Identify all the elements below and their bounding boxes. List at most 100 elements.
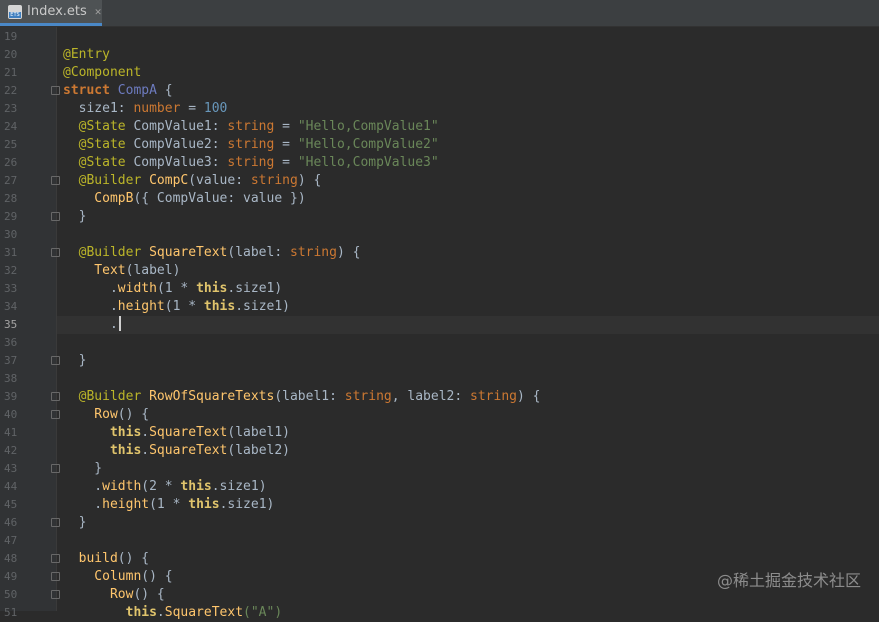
code-token: this bbox=[188, 497, 220, 512]
code-text: Column() { bbox=[63, 568, 172, 586]
code-token: "Hello,CompValue3" bbox=[297, 155, 439, 170]
code-token: @Builder bbox=[63, 389, 150, 404]
code-text: Text(label) bbox=[63, 262, 180, 280]
code-line[interactable]: 20 @Entry bbox=[0, 46, 879, 64]
code-line[interactable]: 43 } bbox=[0, 460, 879, 478]
code-line[interactable]: 19 bbox=[0, 28, 879, 46]
code-token: Row bbox=[63, 587, 134, 602]
code-line[interactable]: 33 .width(1 * this.size1) bbox=[0, 280, 879, 298]
fold-marker-icon[interactable] bbox=[51, 464, 60, 473]
code-token: } bbox=[63, 515, 87, 530]
code-line[interactable]: 51 this.SquareText("A") bbox=[0, 604, 879, 622]
code-token: } bbox=[63, 353, 87, 368]
code-token: Column bbox=[63, 569, 142, 584]
code-token: . bbox=[63, 299, 118, 314]
code-line[interactable]: 46 } bbox=[0, 514, 879, 532]
code-token: .size1) bbox=[235, 299, 291, 314]
fold-marker-icon[interactable] bbox=[51, 518, 60, 527]
line-number: 28 bbox=[4, 192, 18, 205]
line-number: 49 bbox=[4, 570, 18, 583]
code-line[interactable]: 40 Row() { bbox=[0, 406, 879, 424]
fold-marker-icon[interactable] bbox=[51, 212, 60, 221]
code-token: string bbox=[227, 137, 275, 152]
code-token: @State bbox=[63, 119, 134, 134]
code-text: @Builder CompC(value: string) { bbox=[63, 172, 322, 190]
code-token: 100 bbox=[203, 101, 228, 116]
code-token: @Entry bbox=[63, 47, 110, 62]
code-token: SquareText bbox=[164, 605, 244, 620]
code-token: @State bbox=[63, 137, 134, 152]
code-text: @State CompValue1: string = "Hello,CompV… bbox=[63, 118, 439, 136]
fold-marker-icon[interactable] bbox=[51, 176, 60, 185]
tab-index-ets[interactable]: ETS Index.ets ✕ bbox=[0, 0, 102, 26]
code-text: @Entry bbox=[63, 46, 110, 64]
fold-marker-icon[interactable] bbox=[51, 554, 60, 563]
code-token: struct bbox=[63, 83, 118, 98]
line-number: 47 bbox=[4, 534, 18, 547]
code-token: () { bbox=[117, 407, 150, 422]
code-token: (1 * bbox=[149, 497, 189, 512]
code-token: string bbox=[344, 389, 392, 404]
code-token: . bbox=[141, 425, 150, 440]
code-token: this bbox=[63, 605, 157, 620]
fold-marker-icon[interactable] bbox=[51, 86, 60, 95]
code-token: . bbox=[141, 443, 150, 458]
code-text: @Component bbox=[63, 64, 141, 82]
code-line[interactable]: 39 @Builder RowOfSquareTexts(label1: str… bbox=[0, 388, 879, 406]
code-text: this.SquareText("A") bbox=[63, 604, 283, 622]
code-line[interactable]: 27 @Builder CompC(value: string) { bbox=[0, 172, 879, 190]
code-line[interactable]: 29 } bbox=[0, 208, 879, 226]
code-line[interactable]: 37 } bbox=[0, 352, 879, 370]
code-token: . bbox=[63, 497, 103, 512]
code-token: height bbox=[102, 497, 150, 512]
code-text: Row() { bbox=[63, 586, 165, 604]
fold-marker-icon[interactable] bbox=[51, 410, 60, 419]
line-number: 45 bbox=[4, 498, 18, 511]
code-line[interactable]: 47 bbox=[0, 532, 879, 550]
code-line[interactable]: 41 this.SquareText(label1) bbox=[0, 424, 879, 442]
code-token: (label: bbox=[227, 245, 290, 260]
code-line[interactable]: 25 @State CompValue2: string = "Hello,Co… bbox=[0, 136, 879, 154]
code-token: number bbox=[133, 101, 181, 116]
fold-marker-icon[interactable] bbox=[51, 590, 60, 599]
code-token: height bbox=[117, 299, 165, 314]
code-text: build() { bbox=[63, 550, 149, 568]
code-line[interactable]: 35 . bbox=[4, 316, 879, 334]
code-line[interactable]: 42 this.SquareText(label2) bbox=[0, 442, 879, 460]
code-text: } bbox=[63, 460, 102, 478]
fold-marker-icon[interactable] bbox=[51, 356, 60, 365]
code-line[interactable]: 48 build() { bbox=[0, 550, 879, 568]
fold-marker-icon[interactable] bbox=[51, 248, 60, 257]
code-token: width bbox=[102, 479, 142, 494]
code-line[interactable]: 44 .width(2 * this.size1) bbox=[0, 478, 879, 496]
code-text: CompB({ CompValue: value }) bbox=[63, 190, 305, 208]
code-token: width bbox=[117, 281, 157, 296]
code-text: .width(1 * this.size1) bbox=[63, 280, 282, 298]
fold-marker-icon[interactable] bbox=[51, 392, 60, 401]
ets-file-icon: ETS bbox=[8, 4, 22, 19]
code-line[interactable]: 28 CompB({ CompValue: value }) bbox=[0, 190, 879, 208]
code-line[interactable]: 45 .height(1 * this.size1) bbox=[0, 496, 879, 514]
code-line[interactable]: 24 @State CompValue1: string = "Hello,Co… bbox=[0, 118, 879, 136]
code-token: (label1) bbox=[227, 425, 291, 440]
code-text: @Builder RowOfSquareTexts(label1: string… bbox=[63, 388, 541, 406]
code-token: () { bbox=[133, 587, 165, 602]
code-token: . bbox=[63, 479, 103, 494]
code-line[interactable]: 30 bbox=[0, 226, 879, 244]
code-line[interactable]: 36 bbox=[0, 334, 879, 352]
code-token: , label2: bbox=[391, 389, 471, 404]
code-line[interactable]: 26 @State CompValue3: string = "Hello,Co… bbox=[0, 154, 879, 172]
code-line[interactable]: 22 struct CompA { bbox=[0, 82, 879, 100]
code-line[interactable]: 23 size1: number = 100 bbox=[0, 100, 879, 118]
code-line[interactable]: 34 .height(1 * this.size1) bbox=[0, 298, 879, 316]
code-text: struct CompA { bbox=[63, 82, 173, 100]
code-token: this bbox=[63, 443, 142, 458]
code-line[interactable]: 38 bbox=[0, 370, 879, 388]
fold-marker-icon[interactable] bbox=[51, 572, 60, 581]
close-icon[interactable]: ✕ bbox=[95, 5, 102, 18]
code-line[interactable]: 21 @Component bbox=[0, 64, 879, 82]
code-token: ("A") bbox=[243, 605, 283, 620]
code-text: @State CompValue2: string = "Hello,CompV… bbox=[63, 136, 439, 154]
code-line[interactable]: 31 @Builder SquareText(label: string) { bbox=[0, 244, 879, 262]
code-line[interactable]: 32 Text(label) bbox=[0, 262, 879, 280]
